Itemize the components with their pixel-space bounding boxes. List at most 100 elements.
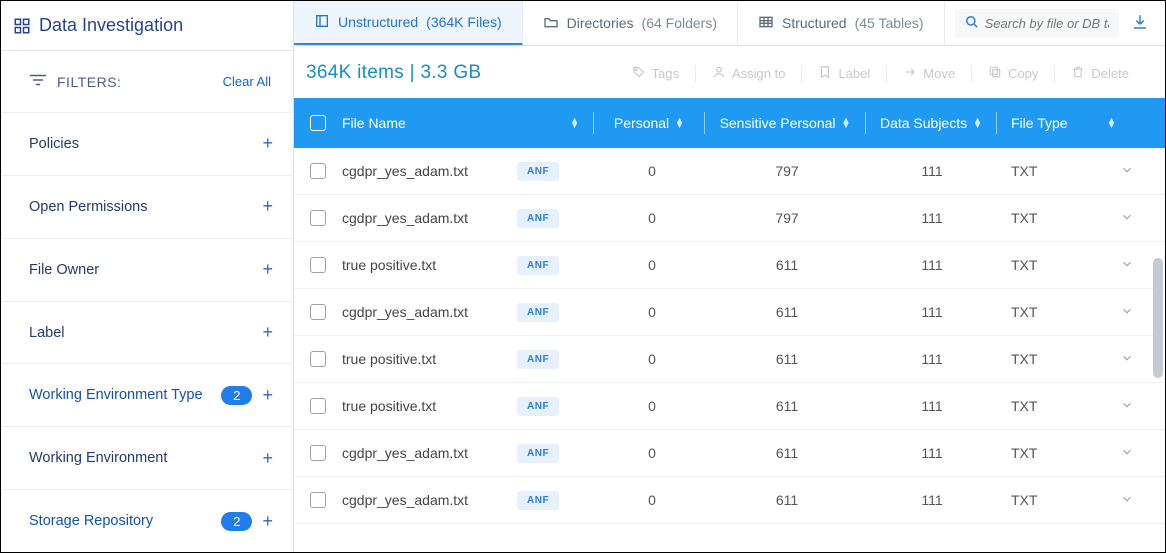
filter-label: File Owner	[29, 262, 99, 278]
expand-row-button[interactable]	[1107, 304, 1147, 321]
expand-filter-button[interactable]: +	[262, 259, 273, 280]
item-summary: 364K items | 3.3 GB	[306, 62, 481, 84]
table-row[interactable]: true positive.txtANF0611111TXT	[294, 242, 1165, 289]
expand-filter-button[interactable]: +	[262, 385, 273, 406]
tags-action[interactable]: Tags	[616, 65, 695, 82]
tab-unstructured[interactable]: Unstructured (364K Files)	[294, 1, 523, 45]
subjects-cell: 111	[867, 492, 997, 508]
filetype-cell: TXT	[997, 304, 1107, 320]
tab-directories[interactable]: Directories (64 Folders)	[523, 1, 738, 45]
expand-row-button[interactable]	[1107, 163, 1147, 180]
source-tag: ANF	[517, 303, 559, 322]
expand-row-button[interactable]	[1107, 351, 1147, 368]
filter-item[interactable]: Working Environment Type2+	[1, 363, 293, 426]
expand-filter-button[interactable]: +	[262, 448, 273, 469]
table-row[interactable]: cgdpr_yes_adam.txtANF0611111TXT	[294, 289, 1165, 336]
select-all-checkbox[interactable]	[310, 115, 326, 131]
filter-item[interactable]: File Owner +	[1, 238, 293, 301]
sensitive-cell: 797	[707, 163, 867, 179]
table-row[interactable]: cgdpr_yes_adam.txtANF0797111TXT	[294, 195, 1165, 242]
filters-heading: FILTERS:	[57, 74, 121, 90]
sensitive-cell: 797	[707, 210, 867, 226]
sort-icon[interactable]: ▲▼	[513, 118, 593, 129]
subjects-cell: 111	[867, 445, 997, 461]
expand-row-button[interactable]	[1107, 445, 1147, 462]
tab-structured[interactable]: Structured (45 Tables)	[738, 1, 945, 45]
filter-item[interactable]: Working Environment+	[1, 426, 293, 489]
filetype-cell: TXT	[997, 257, 1107, 273]
toolbar: 364K items | 3.3 GB Tags Assign to Label…	[294, 46, 1165, 98]
source-tag: ANF	[517, 444, 559, 463]
col-file-type[interactable]: File Type	[997, 115, 1107, 131]
col-subjects[interactable]: Data Subjects ▲▼	[866, 115, 996, 131]
clear-all-button[interactable]: Clear All	[223, 74, 271, 89]
filetype-cell: TXT	[997, 210, 1107, 226]
expand-row-button[interactable]	[1107, 398, 1147, 415]
expand-filter-button[interactable]: +	[262, 196, 273, 217]
table-row[interactable]: cgdpr_yes_adam.txtANF0797111TXT	[294, 148, 1165, 195]
row-checkbox[interactable]	[310, 445, 326, 461]
bookmark-icon	[818, 65, 832, 82]
personal-cell: 0	[597, 304, 707, 320]
col-file-name[interactable]: File Name	[342, 115, 513, 131]
assign-action[interactable]: Assign to	[695, 65, 801, 82]
table-row[interactable]: cgdpr_yes_adam.txtANF0611111TXT	[294, 430, 1165, 477]
filter-label: Policies	[29, 136, 79, 152]
file-name-cell: cgdpr_yes_adam.txt	[342, 445, 468, 461]
tab-icon	[314, 13, 330, 32]
row-checkbox[interactable]	[310, 351, 326, 367]
row-checkbox[interactable]	[310, 163, 326, 179]
download-button[interactable]	[1125, 7, 1155, 40]
tab-icon	[758, 14, 774, 33]
filter-item[interactable]: Open Permissions +	[1, 175, 293, 238]
sensitive-cell: 611	[707, 492, 867, 508]
row-checkbox[interactable]	[310, 257, 326, 273]
source-tag: ANF	[517, 209, 559, 228]
row-checkbox[interactable]	[310, 398, 326, 414]
tabs-row: Unstructured (364K Files)Directories (64…	[294, 1, 1165, 46]
filter-item[interactable]: Policies +	[1, 112, 293, 175]
filter-item[interactable]: Storage Repository2+	[1, 489, 293, 552]
col-personal[interactable]: Personal ▲▼	[594, 115, 704, 131]
expand-row-button[interactable]	[1107, 257, 1147, 274]
search-box[interactable]	[955, 9, 1119, 38]
row-checkbox[interactable]	[310, 492, 326, 508]
table-row[interactable]: cgdpr_yes_adam.txtANF0611111TXT	[294, 477, 1165, 524]
tab-count: (45 Tables)	[855, 15, 924, 31]
tab-icon	[543, 14, 559, 33]
page-title-row: Data Investigation	[1, 1, 293, 51]
personal-cell: 0	[597, 492, 707, 508]
table-row[interactable]: true positive.txtANF0611111TXT	[294, 336, 1165, 383]
move-action[interactable]: Move	[886, 65, 971, 82]
expand-filter-button[interactable]: +	[262, 511, 273, 532]
scrollbar-thumb[interactable]	[1153, 258, 1163, 378]
col-sensitive[interactable]: Sensitive Personal ▲▼	[705, 115, 865, 131]
sort-icon: ▲▼	[1107, 118, 1147, 129]
label-action[interactable]: Label	[801, 65, 886, 82]
filter-label: Working Environment Type	[29, 387, 203, 403]
filter-label: Open Permissions	[29, 199, 147, 215]
expand-filter-button[interactable]: +	[262, 133, 273, 154]
filter-item[interactable]: Label +	[1, 301, 293, 364]
filetype-cell: TXT	[997, 351, 1107, 367]
filetype-cell: TXT	[997, 445, 1107, 461]
expand-row-button[interactable]	[1107, 492, 1147, 509]
subjects-cell: 111	[867, 304, 997, 320]
expand-row-button[interactable]	[1107, 210, 1147, 227]
subjects-cell: 111	[867, 210, 997, 226]
search-area	[945, 1, 1165, 45]
row-checkbox[interactable]	[310, 304, 326, 320]
delete-action[interactable]: Delete	[1054, 65, 1145, 82]
copy-action[interactable]: Copy	[971, 65, 1054, 82]
search-input[interactable]	[985, 16, 1109, 31]
data-table: File Name ▲▼ Personal ▲▼ Sensitive Perso…	[294, 98, 1165, 552]
table-row[interactable]: true positive.txtANF0611111TXT	[294, 383, 1165, 430]
expand-filter-button[interactable]: +	[262, 322, 273, 343]
sidebar: Data Investigation FILTERS: Clear All Po…	[1, 1, 294, 552]
sensitive-cell: 611	[707, 351, 867, 367]
row-checkbox[interactable]	[310, 210, 326, 226]
filters-header: FILTERS: Clear All	[1, 51, 293, 112]
filter-label: Label	[29, 325, 64, 341]
user-icon	[712, 65, 726, 82]
tab-label: Structured	[782, 15, 847, 31]
